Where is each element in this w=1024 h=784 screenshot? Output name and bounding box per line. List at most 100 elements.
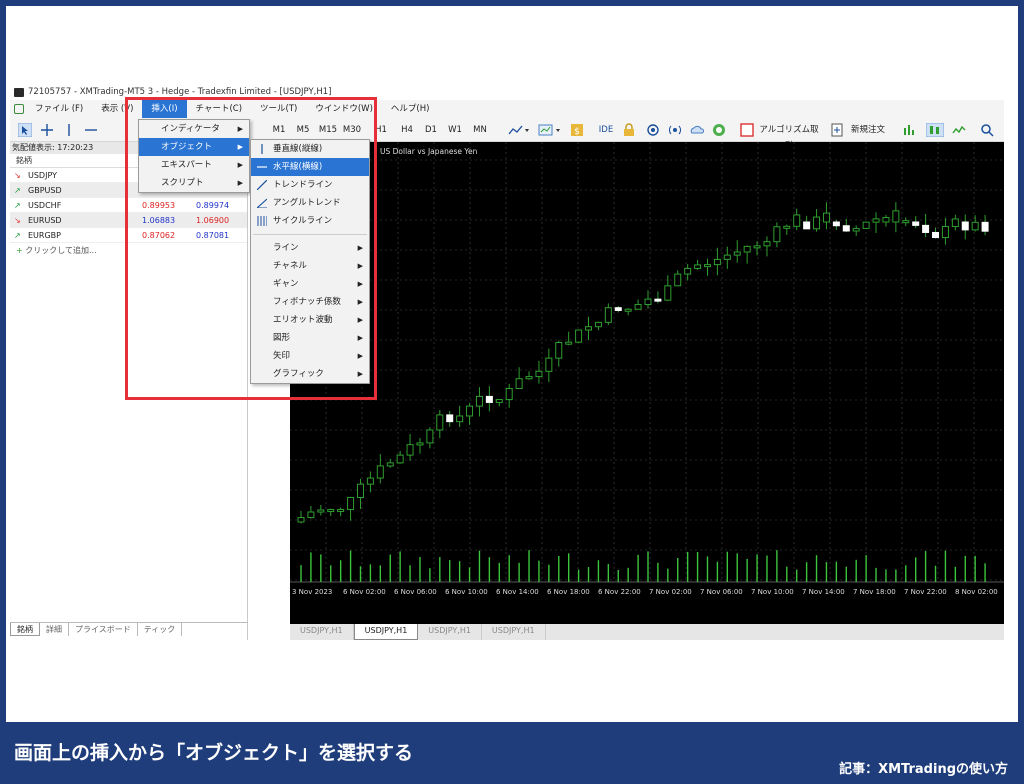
- candle-body: [753, 245, 761, 249]
- candle-body: [783, 225, 791, 229]
- menu-item-horizontal-line[interactable]: 水平線(横線): [251, 158, 369, 176]
- menu-item-angle-trend[interactable]: アングルトレンド: [251, 194, 369, 212]
- vertical-line-icon: [261, 144, 263, 154]
- tab-price-board[interactable]: プライスボード: [69, 623, 138, 636]
- chart-tab-3[interactable]: USDJPY,H1: [418, 624, 482, 640]
- tab-details[interactable]: 詳細: [40, 623, 69, 636]
- candle-body: [495, 399, 503, 403]
- tf-d1[interactable]: D1: [420, 122, 442, 138]
- submenu-shapes[interactable]: 図形 ▶: [251, 329, 369, 347]
- market-icon[interactable]: [712, 123, 726, 137]
- candle-body: [327, 509, 335, 513]
- menu-item-trendline[interactable]: トレンドライン: [251, 176, 369, 194]
- menu-tools[interactable]: ツール(T): [251, 100, 306, 118]
- submenu-channels[interactable]: チャネル ▶: [251, 257, 369, 275]
- candle-body: [406, 444, 414, 456]
- candle-body: [347, 496, 355, 510]
- candle-body: [922, 224, 930, 233]
- lock-icon[interactable]: [622, 123, 636, 137]
- chart-tabs: USDJPY,H1 USDJPY,H1 USDJPY,H1 USDJPY,H1: [290, 624, 1004, 640]
- tf-m15[interactable]: M15: [316, 122, 340, 138]
- tab-symbols[interactable]: 銘柄: [10, 623, 40, 636]
- signals-icon[interactable]: [646, 123, 660, 137]
- tf-h1[interactable]: H1: [370, 122, 392, 138]
- radio-icon[interactable]: [668, 123, 682, 137]
- chart-symbol-label: US Dollar vs Japanese Yen: [380, 147, 478, 156]
- cursor-icon[interactable]: [18, 123, 32, 137]
- money-icon[interactable]: $: [570, 123, 584, 137]
- market-row-usdchf[interactable]: ↗ USDCHF 0.89953 0.89974: [10, 198, 247, 213]
- chart-menu-icon[interactable]: [14, 104, 24, 114]
- time-label: 7 Nov 02:00: [649, 588, 692, 596]
- menu-window[interactable]: ウインドウ(W): [306, 100, 382, 118]
- price-chart[interactable]: US Dollar vs Japanese Yen 3 Nov 2023 6 Nov…: [290, 142, 1004, 624]
- menu-separator: [253, 234, 367, 235]
- candle-body: [466, 405, 474, 417]
- menu-file[interactable]: ファイル (F): [26, 100, 92, 118]
- time-label: 6 Nov 22:00: [598, 588, 641, 596]
- caption-bar: 画面上の挿入から「オブジェクト」を選択する 記事：XMTradingの使い方: [0, 722, 1024, 784]
- ide-button[interactable]: IDE: [594, 122, 618, 138]
- time-label: 3 Nov 2023: [292, 588, 332, 596]
- market-row-eurgbp[interactable]: ↗ EURGBP 0.87062 0.87081: [10, 228, 247, 243]
- crosshair-icon[interactable]: [40, 123, 54, 137]
- submenu-gann[interactable]: ギャン ▶: [251, 275, 369, 293]
- market-row-eurusd[interactable]: ↘ EURUSD 1.06883 1.06900: [10, 213, 247, 228]
- indicator-list-icon[interactable]: [508, 123, 530, 137]
- menu-item-scripts[interactable]: スクリプト ▶: [139, 174, 249, 192]
- tf-w1[interactable]: W1: [444, 122, 466, 138]
- add-symbol-row[interactable]: + クリックして追加...: [10, 243, 247, 258]
- algo-trading-icon[interactable]: [740, 123, 754, 137]
- caption-text: 画面上の挿入から「オブジェクト」を選択する: [14, 742, 414, 764]
- menu-item-indicators[interactable]: インディケータ ▶: [139, 120, 249, 138]
- menu-chart[interactable]: チャート(C): [187, 100, 251, 118]
- depth-icon[interactable]: [902, 123, 916, 137]
- insert-dropdown: インディケータ ▶ オブジェクト ▶ エキスパート ▶ スクリプト ▶: [138, 119, 250, 193]
- candle-body: [862, 221, 870, 229]
- algo-trading-button[interactable]: アルゴリズム取引: [756, 122, 822, 151]
- svg-text:$: $: [574, 127, 580, 137]
- menu-view[interactable]: 表示 (V): [92, 100, 142, 118]
- candle-body: [614, 307, 622, 311]
- line-chart-icon[interactable]: [952, 123, 966, 137]
- vps-icon[interactable]: [690, 123, 704, 137]
- down-arrow-icon: ↘: [14, 216, 21, 225]
- candle-body: [664, 285, 672, 301]
- submenu-graphics[interactable]: グラフィック ▶: [251, 365, 369, 383]
- menu-help[interactable]: ヘルプ(H): [382, 100, 439, 118]
- templates-icon[interactable]: [538, 123, 562, 137]
- submenu-fibonacci[interactable]: フィボナッチ係数 ▶: [251, 293, 369, 311]
- submenu-elliott[interactable]: エリオット波動 ▶: [251, 311, 369, 329]
- candle-body: [941, 226, 949, 239]
- menu-item-objects[interactable]: オブジェクト ▶: [139, 138, 249, 156]
- new-order-button[interactable]: 新規注文: [846, 122, 890, 138]
- tf-h4[interactable]: H4: [396, 122, 418, 138]
- time-label: 6 Nov 06:00: [394, 588, 437, 596]
- tab-ticks[interactable]: ティック: [138, 623, 183, 636]
- horizontal-line-tool-icon[interactable]: [84, 123, 98, 137]
- vertical-line-tool-icon[interactable]: [62, 123, 76, 137]
- col-symbol[interactable]: 銘柄: [16, 156, 32, 165]
- candle-body: [475, 395, 483, 407]
- menu-item-experts[interactable]: エキスパート ▶: [139, 156, 249, 174]
- candle-body: [981, 221, 989, 232]
- tf-m30[interactable]: M30: [340, 122, 364, 138]
- tf-m1[interactable]: M1: [268, 122, 290, 138]
- menu-item-cycle-lines[interactable]: サイクルライン: [251, 212, 369, 230]
- chart-tab-1[interactable]: USDJPY,H1: [290, 624, 354, 640]
- candle-body: [763, 241, 771, 247]
- tf-m5[interactable]: M5: [292, 122, 314, 138]
- menu-item-vertical-line[interactable]: 垂直線(縦線): [251, 140, 369, 158]
- candle-body: [297, 517, 305, 523]
- chart-tab-2[interactable]: USDJPY,H1: [353, 624, 419, 640]
- candle-body: [872, 218, 880, 223]
- new-order-icon[interactable]: [830, 123, 844, 137]
- tf-mn[interactable]: MN: [468, 122, 492, 138]
- submenu-lines[interactable]: ライン ▶: [251, 239, 369, 257]
- submenu-arrows[interactable]: 矢印 ▶: [251, 347, 369, 365]
- menu-insert[interactable]: 挿入(I): [142, 100, 187, 118]
- candles-icon[interactable]: [926, 123, 944, 137]
- chart-tab-4[interactable]: USDJPY,H1: [482, 624, 546, 640]
- zoom-in-icon[interactable]: [980, 123, 994, 137]
- bid-price: 0.89953: [142, 201, 176, 210]
